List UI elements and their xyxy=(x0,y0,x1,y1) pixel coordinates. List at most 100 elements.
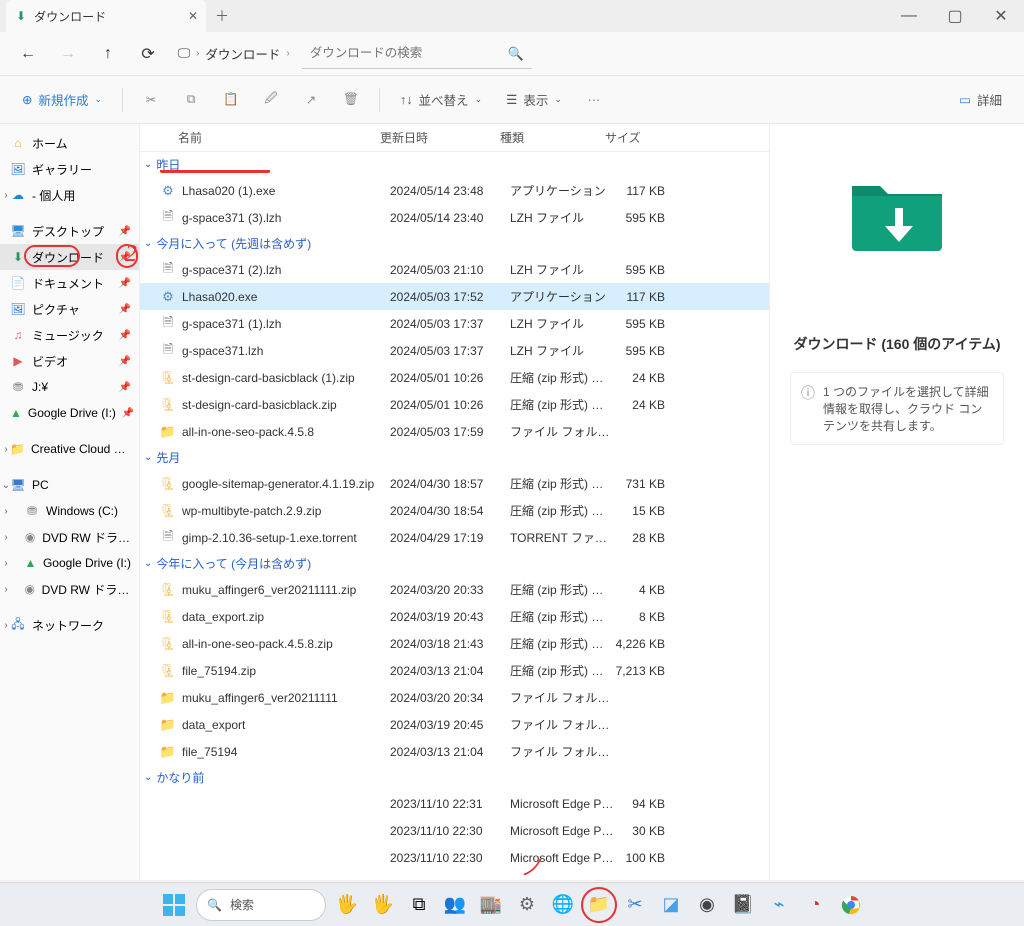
up-button[interactable]: ↑ xyxy=(90,36,126,72)
sidebar-item-videos[interactable]: ▶ビデオ📌 xyxy=(0,348,139,374)
zip-icon: 🗜 xyxy=(160,609,176,625)
start-button[interactable] xyxy=(158,889,190,921)
group-header[interactable]: ⌄先月 xyxy=(140,445,769,470)
taskbar-explorer[interactable]: 📁 xyxy=(584,890,614,920)
sidebar-item-music[interactable]: ♫ミュージック📌 xyxy=(0,322,139,348)
taskbar-obs[interactable]: ◉ xyxy=(692,890,722,920)
copy-button[interactable]: ⧉ xyxy=(173,84,209,116)
tab-downloads[interactable]: ⬇ ダウンロード ✕ xyxy=(6,0,206,32)
chevron-right-icon: › xyxy=(1,506,11,517)
breadcrumb[interactable]: 🖵 › ダウンロード › xyxy=(170,44,298,63)
file-row[interactable]: 2023/11/10 22:31 Microsoft Edge P… 94 KB xyxy=(140,790,769,817)
file-row[interactable]: ⚙Lhasa020.exe 2024/05/03 17:52 アプリケーション … xyxy=(140,283,769,310)
file-row[interactable]: 📁file_75194 2024/03/13 21:04 ファイル フォルダー xyxy=(140,738,769,765)
forward-button[interactable]: → xyxy=(50,36,86,72)
sidebar-item-downloads[interactable]: ⬇ダウンロード📌 2 xyxy=(0,244,139,270)
minimize-button[interactable]: ― xyxy=(886,0,932,32)
col-name[interactable]: 名前 xyxy=(150,129,380,146)
file-row[interactable]: 🗜all-in-one-seo-pack.4.5.8.zip 2024/03/1… xyxy=(140,630,769,657)
file-row[interactable]: 🗜st-design-card-basicblack.zip 2024/05/0… xyxy=(140,391,769,418)
file-row[interactable]: 2023/11/10 22:30 Microsoft Edge P… 30 KB xyxy=(140,817,769,844)
file-row[interactable]: 🗎gimp-2.10.36-setup-1.exe.torrent 2024/0… xyxy=(140,524,769,551)
rename-button[interactable]: 🖉 xyxy=(253,84,289,116)
cut-button[interactable]: ✂ xyxy=(133,84,169,116)
taskbar-vscode[interactable]: ⌁ xyxy=(764,890,794,920)
sidebar-item-dvd-g[interactable]: ›◉DVD RW ドライブ (G:) xyxy=(0,576,139,602)
file-row[interactable]: 🗜st-design-card-basicblack (1).zip 2024/… xyxy=(140,364,769,391)
group-header[interactable]: ⌄今年に入って (今月は含めず) xyxy=(140,551,769,576)
sidebar-item-windows-c[interactable]: ›⛃Windows (C:) xyxy=(0,498,139,524)
file-row[interactable]: 🗜data_export.zip 2024/03/19 20:43 圧縮 (zi… xyxy=(140,603,769,630)
col-type[interactable]: 種類 xyxy=(500,129,605,146)
taskbar-trend[interactable]: ◔ xyxy=(800,890,830,920)
refresh-button[interactable]: ⟳ xyxy=(130,36,166,72)
group-header[interactable]: ⌄今月に入って (先週は含めず) xyxy=(140,231,769,256)
file-type: Microsoft Edge P… xyxy=(510,824,615,838)
group-header[interactable]: ⌄昨日 xyxy=(140,152,769,177)
titlebar: ⬇ ダウンロード ✕ ＋ ― ▢ ✕ xyxy=(0,0,1024,32)
file-type: 圧縮 (zip 形式) フォ… xyxy=(510,396,615,413)
close-button[interactable]: ✕ xyxy=(978,0,1024,32)
taskbar-notes[interactable]: 📓 xyxy=(728,890,758,920)
taskbar-store[interactable]: 🏬 xyxy=(476,890,506,920)
paste-button[interactable]: 📋 xyxy=(213,84,249,116)
taskbar-search[interactable]: 🔍検索 xyxy=(196,889,326,921)
file-row[interactable]: 📁muku_affinger6_ver20211111 2024/03/20 2… xyxy=(140,684,769,711)
sidebar-item-jdrive[interactable]: ⛃J:¥📌 xyxy=(0,374,139,400)
sidebar-item-gdrive-2[interactable]: ›▲Google Drive (I:) xyxy=(0,550,139,576)
more-button[interactable]: ⋯ xyxy=(576,84,612,116)
file-row[interactable]: 🗎g-space371 (2).lzh 2024/05/03 21:10 LZH… xyxy=(140,256,769,283)
file-row[interactable]: 📁all-in-one-seo-pack.4.5.8 2024/05/03 17… xyxy=(140,418,769,445)
taskbar-settings[interactable]: ⚙ xyxy=(512,890,542,920)
taskbar-edge[interactable]: 🌐 xyxy=(548,890,578,920)
taskbar-hands-icon[interactable]: 🖐 xyxy=(332,890,362,920)
file-row[interactable]: 🗎g-space371 (3).lzh 2024/05/14 23:40 LZH… xyxy=(140,204,769,231)
sort-button[interactable]: ↑↓ 並べ替え ⌄ xyxy=(390,84,492,116)
taskbar-app1[interactable]: ◪ xyxy=(656,890,686,920)
sidebar-item-personal[interactable]: ›☁ - 個人用 xyxy=(0,182,139,208)
file-list[interactable]: 名前 更新日時 種類 サイズ ⌄昨日 ⚙Lhasa020 (1).exe 202… xyxy=(140,124,769,880)
sidebar-item-ccf[interactable]: ›📁Creative Cloud Files xyxy=(0,436,139,462)
group-header[interactable]: ⌄かなり前 xyxy=(140,765,769,790)
file-row[interactable]: 🗜google-sitemap-generator.4.1.19.zip 202… xyxy=(140,470,769,497)
maximize-button[interactable]: ▢ xyxy=(932,0,978,32)
details-pane-button[interactable]: ▭ 詳細 xyxy=(949,84,1012,116)
file-row[interactable]: 🗎g-space371 (1).lzh 2024/05/03 17:37 LZH… xyxy=(140,310,769,337)
search-input[interactable] xyxy=(302,39,532,69)
sidebar-item-gallery[interactable]: 🖼ギャラリー xyxy=(0,156,139,182)
sidebar-item-pc[interactable]: ⌄🖥PC xyxy=(0,472,139,498)
taskbar-snipping[interactable]: ✂ xyxy=(620,890,650,920)
delete-button[interactable]: 🗑 xyxy=(333,84,369,116)
sidebar-item-dvd-c[interactable]: ›◉DVD RW ドライブ (C xyxy=(0,524,139,550)
blank-icon xyxy=(160,796,176,812)
taskbar-teams[interactable]: 👥 xyxy=(440,890,470,920)
file-row[interactable]: 2023/11/10 22:30 Microsoft Edge P… 100 K… xyxy=(140,844,769,871)
file-row[interactable]: ⚙Lhasa020 (1).exe 2024/05/14 23:48 アプリケー… xyxy=(140,177,769,204)
file-row[interactable]: 📁data_export 2024/03/19 20:45 ファイル フォルダー xyxy=(140,711,769,738)
file-name: data_export xyxy=(182,718,245,732)
zip-icon: 🗜 xyxy=(160,503,176,519)
file-size: 24 KB xyxy=(615,398,675,412)
view-button[interactable]: ☰ 表示 ⌄ xyxy=(496,84,572,116)
new-tab-button[interactable]: ＋ xyxy=(206,6,238,26)
file-row[interactable]: 🗎g-space371.lzh 2024/05/03 17:37 LZH ファイ… xyxy=(140,337,769,364)
file-row[interactable]: 🗜wp-multibyte-patch.2.9.zip 2024/04/30 1… xyxy=(140,497,769,524)
close-icon[interactable]: ✕ xyxy=(188,9,198,23)
share-button[interactable]: ↗ xyxy=(293,84,329,116)
taskbar-hands2-icon[interactable]: 🖐 xyxy=(368,890,398,920)
sidebar-item-gdrive[interactable]: ▲Google Drive (I:)📌 xyxy=(0,400,139,426)
col-size[interactable]: サイズ xyxy=(605,129,665,146)
back-button[interactable]: ← xyxy=(10,36,46,72)
col-date[interactable]: 更新日時 xyxy=(380,129,500,146)
sidebar-item-network[interactable]: ›🖧ネットワーク xyxy=(0,612,139,638)
file-row[interactable]: 🗜muku_affinger6_ver20211111.zip 2024/03/… xyxy=(140,576,769,603)
file-row[interactable]: 🗜file_75194.zip 2024/03/13 21:04 圧縮 (zip… xyxy=(140,657,769,684)
new-button[interactable]: ⊕ 新規作成 ⌄ xyxy=(12,84,112,116)
sidebar-item-pictures[interactable]: 🖼ピクチャ📌 xyxy=(0,296,139,322)
taskbar-chrome[interactable] xyxy=(836,890,866,920)
sidebar-item-home[interactable]: ⌂ホーム xyxy=(0,130,139,156)
taskbar-taskview[interactable]: ⧉ xyxy=(404,890,434,920)
sidebar-item-documents[interactable]: 📄ドキュメント📌 xyxy=(0,270,139,296)
column-headers[interactable]: 名前 更新日時 種類 サイズ xyxy=(140,124,769,152)
sidebar-item-desktop[interactable]: 🖥デスクトップ📌 xyxy=(0,218,139,244)
